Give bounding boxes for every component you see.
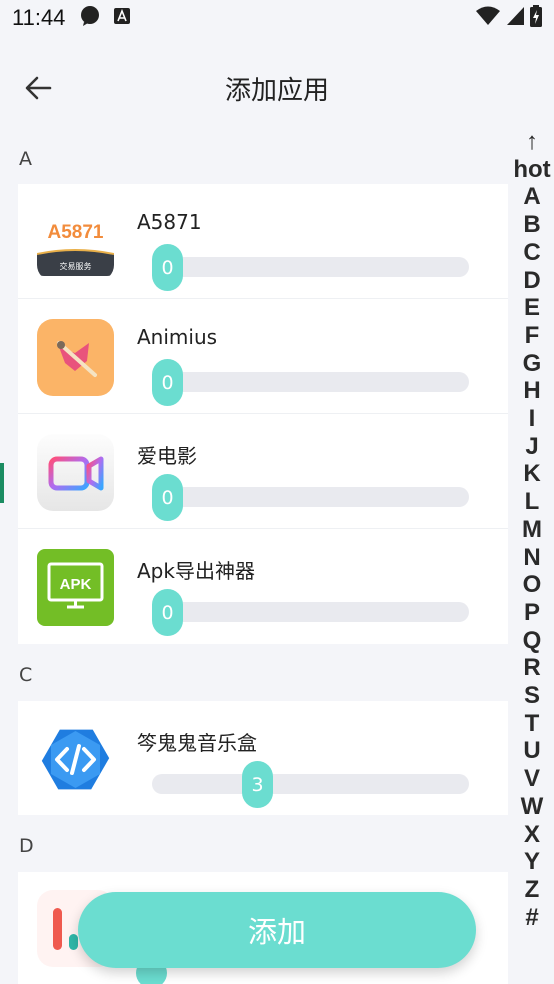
index-letter-l[interactable]: L bbox=[525, 488, 540, 516]
list-item[interactable]: APK Apk导出神器 0 bbox=[18, 529, 508, 644]
slider-thumb[interactable]: 0 bbox=[152, 589, 183, 636]
section-header-c: C bbox=[19, 664, 33, 686]
edge-marker bbox=[0, 463, 4, 503]
list-item[interactable]: A5871 交易服务 A5871 0 bbox=[18, 184, 508, 299]
apk-export-app-icon: APK bbox=[37, 549, 114, 626]
index-letter-j[interactable]: J bbox=[525, 433, 538, 461]
index-letter-u[interactable]: U bbox=[523, 737, 540, 765]
alphabet-index[interactable]: ↑ hot A B C D E F G H I J K L M N O P Q R S T U V W X Y Z # bbox=[510, 128, 554, 931]
index-letter-f[interactable]: F bbox=[525, 322, 540, 350]
index-letter-p[interactable]: P bbox=[524, 599, 540, 627]
app-name: Apk导出神器 bbox=[137, 559, 255, 583]
index-letter-top[interactable]: ↑ bbox=[526, 128, 538, 156]
index-letter-h[interactable]: H bbox=[523, 377, 540, 405]
index-letter-i[interactable]: I bbox=[529, 405, 536, 433]
movie-app-icon bbox=[37, 434, 114, 511]
index-letter-w[interactable]: W bbox=[521, 793, 544, 821]
index-letter-g[interactable]: G bbox=[523, 350, 542, 378]
wifi-icon bbox=[476, 6, 500, 31]
add-button[interactable]: 添加 bbox=[78, 892, 476, 968]
signal-icon bbox=[506, 6, 524, 31]
slider-thumb[interactable]: 3 bbox=[242, 761, 273, 808]
section-header-d: D bbox=[19, 835, 34, 857]
section-header-a: A bbox=[19, 148, 32, 170]
list-item[interactable]: 笒鬼鬼音乐盒 3 bbox=[18, 701, 508, 815]
index-letter-c[interactable]: C bbox=[523, 239, 540, 267]
status-right bbox=[476, 4, 542, 32]
slider-thumb[interactable]: 0 bbox=[152, 474, 183, 521]
status-time: 11:44 bbox=[12, 5, 66, 30]
index-letter-hash[interactable]: # bbox=[525, 904, 538, 932]
app-name: A5871 bbox=[137, 210, 202, 234]
index-letter-z[interactable]: Z bbox=[525, 876, 540, 904]
slider-thumb[interactable]: 0 bbox=[152, 244, 183, 291]
index-letter-s[interactable]: S bbox=[524, 682, 540, 710]
notification-bubble-icon bbox=[79, 5, 101, 32]
app-bar: 添加应用 bbox=[0, 58, 554, 118]
status-bar: 11:44 bbox=[0, 0, 554, 36]
priority-slider[interactable]: 0 bbox=[152, 359, 469, 406]
index-letter-b[interactable]: B bbox=[523, 211, 540, 239]
animius-app-icon bbox=[37, 319, 114, 396]
page-title: 添加应用 bbox=[224, 76, 329, 106]
a5871-app-icon: A5871 交易服务 bbox=[37, 204, 114, 281]
priority-slider[interactable]: 3 bbox=[152, 761, 469, 808]
section-card-c: 笒鬼鬼音乐盒 3 bbox=[18, 701, 508, 815]
battery-icon bbox=[530, 4, 542, 32]
index-letter-t[interactable]: T bbox=[525, 710, 540, 738]
icon-label: APK bbox=[60, 576, 92, 593]
list-item[interactable]: Animius 0 bbox=[18, 299, 508, 414]
section-card-a: A5871 交易服务 A5871 0 Animius 0 爱电影 0 APK A… bbox=[18, 184, 508, 644]
index-letter-y[interactable]: Y bbox=[524, 848, 540, 876]
app-name: 笒鬼鬼音乐盒 bbox=[137, 731, 257, 755]
index-letter-d[interactable]: D bbox=[523, 267, 540, 295]
slider-thumb[interactable]: 0 bbox=[152, 359, 183, 406]
index-letter-e[interactable]: E bbox=[524, 294, 540, 322]
icon-sublabel: 交易服务 bbox=[60, 261, 92, 271]
app-name: 爱电影 bbox=[137, 444, 197, 468]
index-letter-x[interactable]: X bbox=[524, 821, 540, 849]
app-name: Animius bbox=[137, 325, 218, 349]
index-letter-v[interactable]: V bbox=[524, 765, 540, 793]
list-item[interactable]: 爱电影 0 bbox=[18, 414, 508, 529]
index-letter-r[interactable]: R bbox=[523, 654, 540, 682]
music-box-app-icon bbox=[37, 721, 114, 798]
app-notification-icon bbox=[113, 6, 131, 30]
index-letter-n[interactable]: N bbox=[523, 544, 540, 572]
index-letter-hot[interactable]: hot bbox=[513, 156, 550, 184]
icon-label: A5871 bbox=[48, 222, 104, 243]
index-letter-q[interactable]: Q bbox=[523, 627, 542, 655]
index-letter-m[interactable]: M bbox=[522, 516, 542, 544]
index-letter-a[interactable]: A bbox=[523, 183, 540, 211]
index-letter-k[interactable]: K bbox=[523, 460, 540, 488]
priority-slider[interactable]: 0 bbox=[152, 474, 469, 521]
priority-slider[interactable]: 0 bbox=[152, 244, 469, 291]
index-letter-o[interactable]: O bbox=[523, 571, 542, 599]
priority-slider[interactable]: 0 bbox=[152, 589, 469, 636]
